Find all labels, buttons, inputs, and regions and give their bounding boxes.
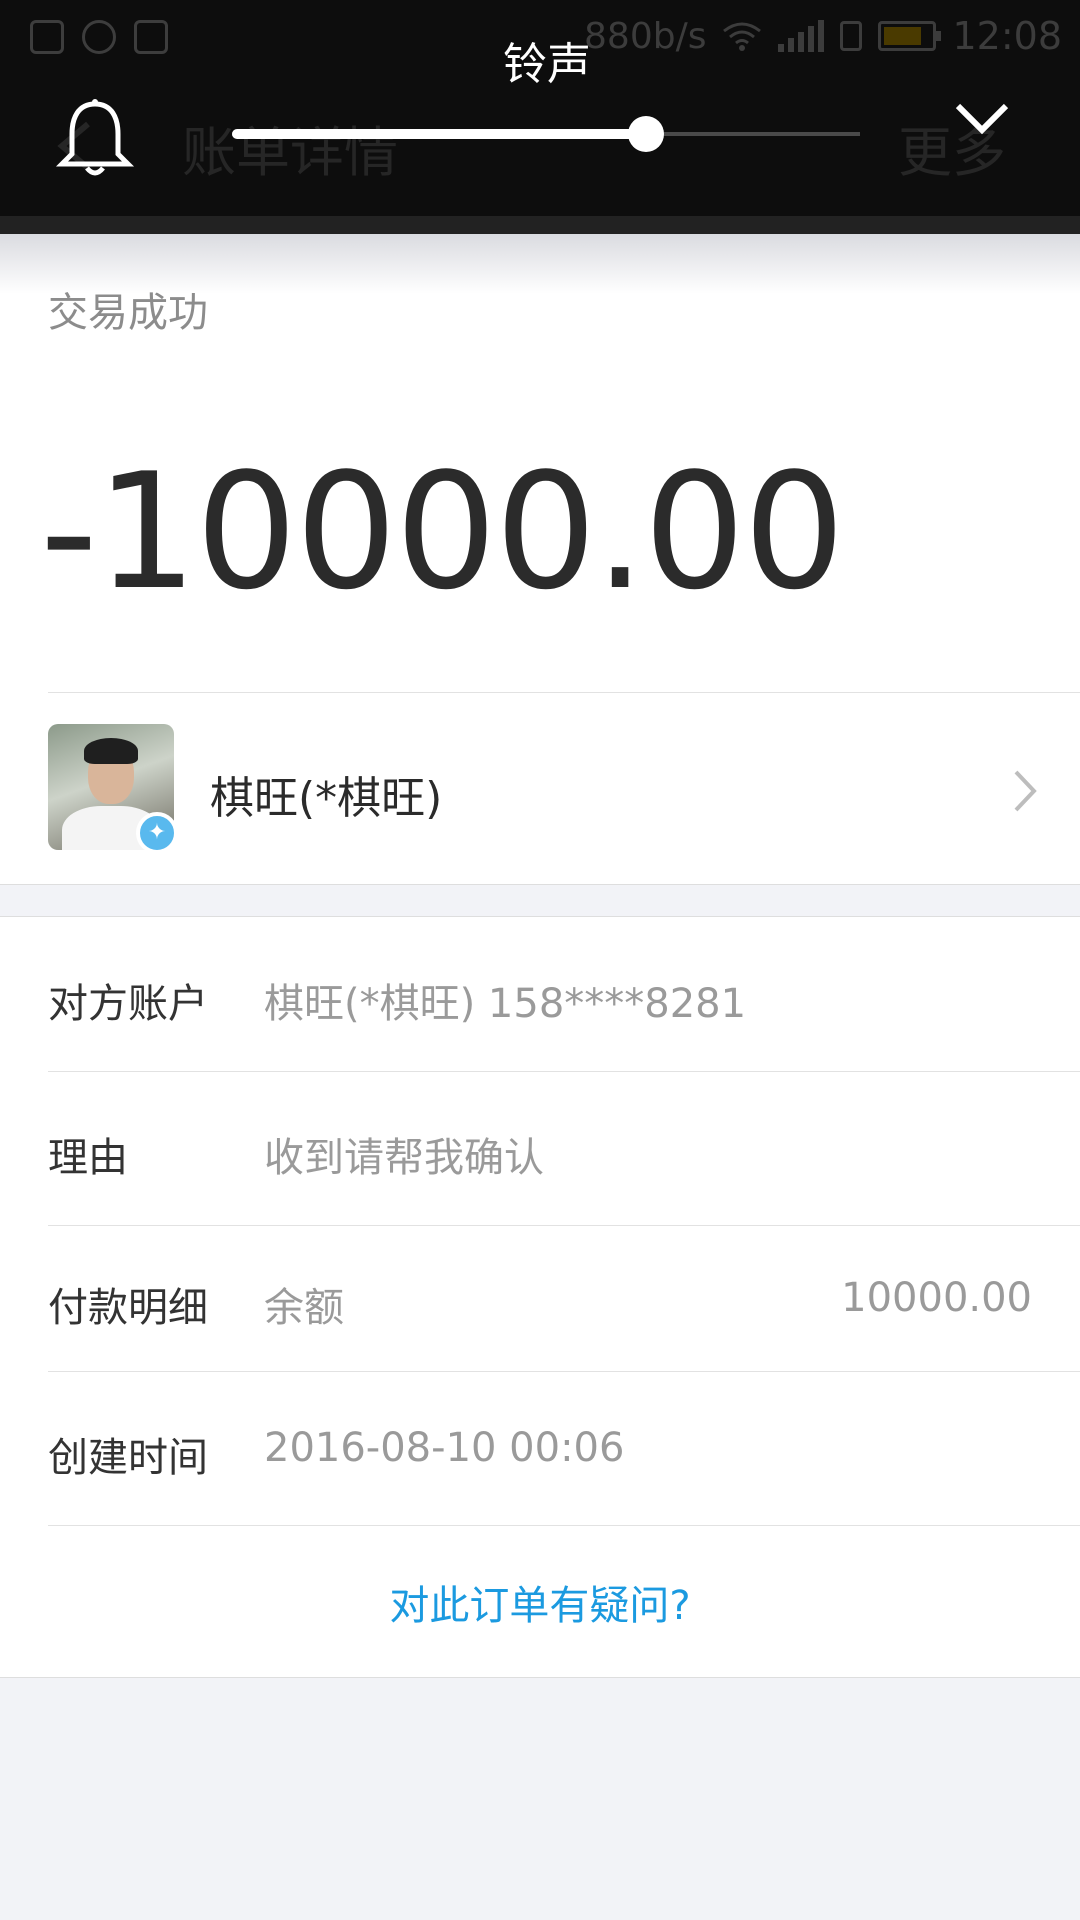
detail-value: 余额 (264, 1285, 344, 1331)
details-list: 对方账户 棋旺(*棋旺) 158****8281 理由 收到请帮我确认 付款明细… (0, 916, 1080, 1678)
detail-label: 理由 (48, 1135, 128, 1181)
chevron-right-icon[interactable] (1010, 766, 1040, 816)
detail-row-account: 对方账户 棋旺(*棋旺) 158****8281 (0, 917, 1080, 1071)
chevron-down-icon[interactable] (954, 98, 1010, 138)
verified-badge-icon: ✦ (136, 812, 178, 854)
volume-title: 铃声 (503, 39, 591, 90)
detail-row-reason: 理由 收到请帮我确认 (0, 1071, 1080, 1225)
divider (48, 692, 1080, 693)
detail-row-created: 创建时间 2016-08-10 00:06 (0, 1371, 1080, 1525)
order-question-link[interactable]: 对此订单有疑问? (0, 1573, 1080, 1631)
detail-row-payment: 付款明细 余额 10000.00 (0, 1225, 1080, 1371)
detail-value: 棋旺(*棋旺) 158****8281 (264, 981, 747, 1027)
detail-value: 收到请帮我确认 (264, 1135, 544, 1181)
bell-icon[interactable] (52, 96, 138, 182)
detail-value: 2016-08-10 00:06 (264, 1425, 625, 1471)
section-divider (0, 884, 1080, 885)
counterparty-name: 棋旺(*棋旺) (210, 773, 443, 824)
detail-label: 付款明细 (48, 1285, 208, 1331)
app-bar-shadow (0, 216, 1080, 234)
transaction-amount: -10000.00 (40, 438, 845, 625)
app-bar: 账单详情 更多 (0, 76, 1080, 216)
divider (48, 1525, 1080, 1526)
transaction-status: 交易成功 (48, 290, 208, 336)
volume-slider-fill (232, 129, 647, 139)
payment-amount: 10000.00 (841, 1275, 1032, 1321)
detail-label: 对方账户 (48, 981, 208, 1027)
detail-label: 创建时间 (48, 1435, 208, 1481)
page-title: 账单详情 (182, 121, 398, 184)
volume-slider[interactable] (232, 116, 860, 152)
